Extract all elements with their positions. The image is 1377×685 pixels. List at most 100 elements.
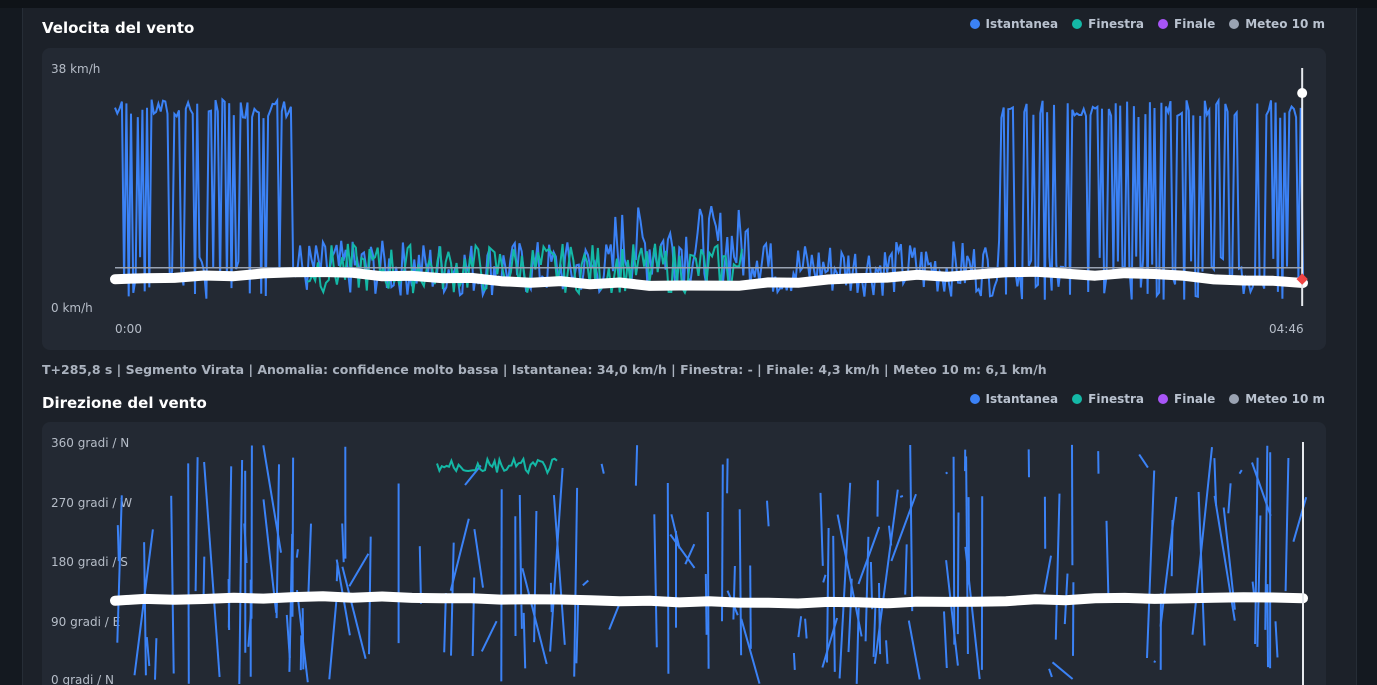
series-segment-istantanea (471, 577, 476, 657)
speed-y-top-label: 38 km/h (51, 62, 100, 76)
series-line-finestra (436, 455, 558, 476)
series-segment-istantanea (238, 459, 244, 685)
speed-chart-svg[interactable]: 38 km/h 0 km/h 0:00 04:46 (42, 48, 1326, 350)
series-segment-istantanea (1227, 483, 1232, 514)
series-segment-istantanea (549, 467, 564, 652)
dir-y-label-360: 360 gradi / N (51, 436, 129, 450)
series-segment-istantanea (826, 527, 830, 663)
speed-legend-item-finale[interactable]: Finale (1158, 17, 1215, 31)
series-segment-istantanea (766, 500, 770, 527)
direction-chart-svg[interactable]: 360 gradi / N 270 gradi / W 180 gradi / … (42, 422, 1326, 685)
dir-legend-item-finale[interactable]: Finale (1158, 392, 1215, 406)
series-segment-istantanea (202, 556, 206, 596)
series-segment-istantanea (909, 444, 914, 612)
legend-swatch (1158, 394, 1169, 404)
series-segment-istantanea (1048, 668, 1053, 678)
dir-y-label-0: 0 gradi / N (51, 673, 114, 685)
series-segment-istantanea (1170, 519, 1174, 577)
series-segment-istantanea (295, 549, 299, 558)
series-segment-istantanea (634, 445, 639, 486)
series-segment-istantanea (582, 579, 589, 587)
series-segment-istantanea (473, 528, 484, 588)
legend-label: Finestra (1088, 17, 1145, 31)
series-segment-istantanea (1238, 469, 1243, 475)
series-segment-istantanea (864, 536, 870, 642)
series-segment-istantanea (732, 565, 736, 620)
legend-swatch (1072, 19, 1083, 29)
series-segment-istantanea (600, 463, 605, 474)
series-segment-istantanea (888, 525, 893, 546)
series-segment-istantanea (797, 616, 803, 638)
series-segment-istantanea (1256, 515, 1262, 647)
series-segment-istantanea (1054, 493, 1061, 640)
legend-label: Finale (1174, 392, 1216, 406)
legend-label: Meteo 10 m (1245, 392, 1325, 406)
series-segment-istantanea (1153, 660, 1157, 663)
series-segment-istantanea (143, 542, 147, 676)
series-segment-istantanea (187, 463, 190, 684)
series-segment-istantanea (706, 511, 710, 669)
speed-legend: Istantanea Finestra Finale Meteo 10 m (969, 17, 1325, 31)
series-segment-istantanea (899, 494, 904, 498)
direction-legend: Istantanea Finestra Finale Meteo 10 m (969, 392, 1325, 406)
series-segment-istantanea (341, 523, 345, 563)
series-segment-istantanea (170, 495, 175, 674)
legend-swatch (1229, 394, 1240, 404)
dir-y-label-90: 90 gradi / E (51, 615, 120, 629)
speed-legend-item-finestra[interactable]: Finestra (1072, 17, 1144, 31)
series-segment-istantanea (822, 574, 827, 583)
direction-chart-panel[interactable]: 360 gradi / N 270 gradi / W 180 gradi / … (42, 422, 1326, 685)
series-segment-istantanea (608, 603, 621, 630)
series-segment-istantanea (464, 464, 482, 486)
series-segment-istantanea (956, 512, 960, 635)
series-segment-istantanea (203, 461, 221, 678)
series-segment-istantanea (288, 533, 294, 672)
speed-legend-item-istantanea[interactable]: Istantanea (969, 17, 1059, 31)
legend-label: Istantanea (985, 17, 1059, 31)
speed-chart-title: Velocita del vento (42, 19, 195, 37)
series-segment-istantanea (1159, 496, 1178, 627)
series-segment-istantanea (945, 560, 959, 666)
dir-y-label-270: 270 gradi / W (51, 496, 132, 510)
series-segment-istantanea (348, 553, 370, 587)
series-segment-istantanea (792, 652, 796, 670)
series-segment-istantanea (1138, 453, 1149, 469)
series-segment-istantanea (575, 600, 580, 664)
series-segment-istantanea (518, 494, 523, 601)
speed-x-end-label: 04:46 (1269, 322, 1304, 336)
series-segment-istantanea (328, 601, 338, 680)
series-segment-istantanea (1284, 457, 1290, 592)
right-gutter (1356, 8, 1377, 685)
series-segment-istantanea (520, 604, 523, 629)
series-segment-istantanea (738, 509, 743, 656)
series-segment-istantanea (907, 620, 921, 680)
speed-legend-item-meteo-10-m[interactable]: Meteo 10 m (1229, 17, 1325, 31)
series-segment-istantanea (307, 523, 312, 594)
series-segment-istantanea (878, 582, 882, 655)
speed-x-start-label: 0:00 (115, 322, 142, 336)
dir-legend-item-meteo-10-m[interactable]: Meteo 10 m (1229, 392, 1325, 406)
series-segment-istantanea (480, 620, 498, 652)
left-gutter (0, 8, 23, 685)
series-segment-istantanea (116, 525, 120, 562)
series-segment-istantanea (335, 562, 339, 582)
dir-legend-item-finestra[interactable]: Finestra (1072, 392, 1144, 406)
series-segment-istantanea (145, 637, 151, 667)
series-segment-istantanea (872, 599, 877, 657)
series-segment-istantanea (952, 456, 956, 645)
series-segment-istantanea (804, 618, 808, 639)
cursor-status-line: T+285,8 s | Segmento Virata | Anomalia: … (42, 362, 1047, 377)
legend-label: Meteo 10 m (1245, 17, 1325, 31)
series-segment-istantanea (965, 456, 969, 655)
series-segment-istantanea (1051, 661, 1074, 680)
dir-legend-item-istantanea[interactable]: Istantanea (969, 392, 1058, 406)
legend-swatch (969, 19, 980, 29)
series-segment-istantanea (299, 635, 303, 671)
legend-swatch (1229, 19, 1240, 29)
series-segment-istantanea (154, 638, 158, 680)
series-segment-istantanea (847, 599, 852, 653)
series-segment-istantanea (194, 457, 199, 592)
legend-label: Finale (1174, 17, 1216, 31)
speed-chart-panel[interactable]: 38 km/h 0 km/h 0:00 04:46 (42, 48, 1326, 350)
series-segment-istantanea (1274, 621, 1279, 658)
